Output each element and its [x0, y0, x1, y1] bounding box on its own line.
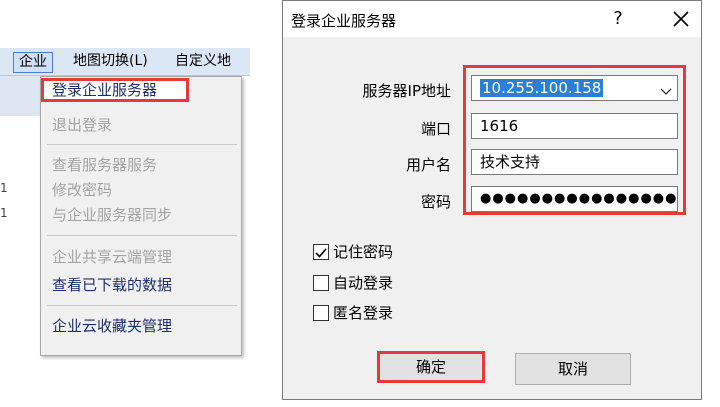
server-ip-combobox[interactable]: 10.255.100.158 [471, 75, 678, 101]
port-label: 端口 [420, 120, 451, 138]
menu-bar: 企业 地图切换(L) 自定义地 [0, 48, 250, 76]
anonymous-login-label: 匿名登录 [333, 304, 394, 322]
menu-item-change-password[interactable]: 修改密码 [41, 178, 241, 202]
username-field[interactable]: 技术支持 [471, 149, 678, 175]
username-label: 用户名 [405, 156, 451, 174]
checkbox-box[interactable] [313, 305, 329, 321]
close-icon[interactable] [667, 5, 695, 33]
background-text: 1 [0, 206, 8, 220]
password-field[interactable]: ●●●●●●●●●●●●●●●●● [471, 186, 678, 212]
menu-map-switch[interactable]: 地图切换(L) [68, 52, 153, 73]
menu-item-logout[interactable]: 退出登录 [41, 113, 241, 137]
dialog-title-bar: 登录企业服务器 ? [283, 1, 701, 37]
menu-item-view-downloaded-data[interactable]: 查看已下载的数据 [41, 273, 241, 297]
help-button[interactable]: ? [605, 5, 631, 33]
ok-button[interactable]: 确定 [377, 351, 485, 383]
server-ip-value: 10.255.100.158 [480, 79, 604, 97]
menu-item-cloud-share-manage[interactable]: 企业共享云端管理 [41, 245, 241, 269]
menu-item-cloud-favorites-manage[interactable]: 企业云收藏夹管理 [41, 314, 241, 338]
login-dialog: 登录企业服务器 ? 服务器IP地址 10.255.100.158 端口 1616… [282, 0, 702, 400]
checkbox-box[interactable] [313, 244, 329, 260]
chevron-down-icon[interactable] [659, 81, 673, 95]
port-field[interactable]: 1616 [471, 113, 678, 139]
menu-item-view-server-services[interactable]: 查看服务器服务 [41, 153, 241, 177]
menu-enterprise[interactable]: 企业 [13, 52, 53, 73]
menu-separator [47, 305, 237, 306]
menu-item-login-server[interactable]: 登录企业服务器 [41, 78, 189, 102]
password-label: 密码 [420, 193, 451, 211]
background-text: 1 [0, 181, 8, 195]
auto-login-label: 自动登录 [333, 274, 394, 292]
cancel-button[interactable]: 取消 [515, 353, 631, 385]
app-menu-screenshot: 企业 地图切换(L) 自定义地 1 1 登录企业服务器 退出登录 查看服务器服务… [0, 48, 250, 360]
menu-item-sync-server[interactable]: 与企业服务器同步 [41, 203, 241, 227]
checkbox-box[interactable] [313, 275, 329, 291]
server-ip-label: 服务器IP地址 [362, 82, 451, 100]
enterprise-dropdown-menu: 登录企业服务器 退出登录 查看服务器服务 修改密码 与企业服务器同步 企业共享云… [40, 76, 242, 356]
menu-separator [47, 235, 237, 236]
menu-custom[interactable]: 自定义地 [170, 52, 236, 73]
menu-separator [47, 144, 237, 145]
remember-password-label: 记住密码 [333, 243, 394, 261]
dialog-title: 登录企业服务器 [291, 12, 397, 30]
background-toolbar [0, 76, 40, 116]
